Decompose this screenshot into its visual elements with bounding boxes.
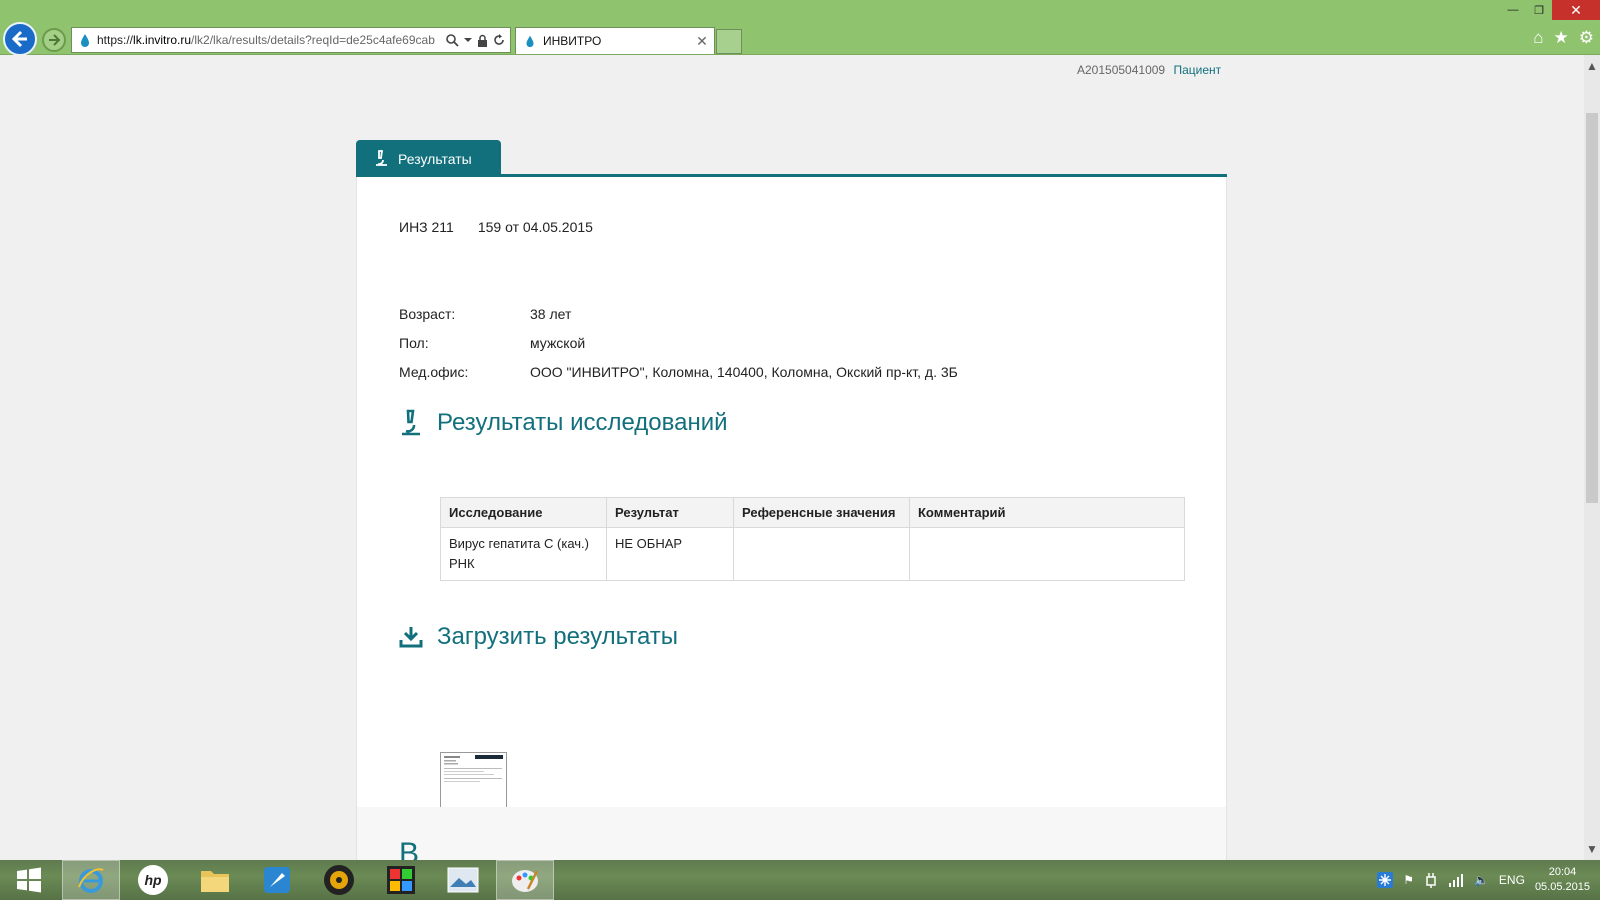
test-name-cell: Вирус гепатита С (кач.) РНК [440, 527, 607, 581]
vertical-scrollbar[interactable]: ▲ ▼ [1584, 55, 1600, 860]
sex-value: мужской [530, 335, 586, 351]
tab-results[interactable]: Результаты [356, 140, 501, 177]
minimize-icon[interactable]: — [1500, 0, 1526, 20]
sex-label: Пол: [399, 335, 429, 351]
download-section-heading: Загрузить результаты [399, 623, 678, 651]
settings-gear-icon[interactable]: ⚙ [1579, 28, 1594, 48]
results-table: Исследование Результат Референсные значе… [440, 497, 1185, 581]
age-value: 38 лет [530, 306, 572, 322]
next-section-heading: В [399, 837, 420, 860]
scroll-thumb[interactable] [1586, 113, 1598, 503]
scroll-down-icon[interactable]: ▼ [1584, 838, 1600, 860]
download-icon [399, 627, 423, 648]
folder-icon [201, 871, 229, 892]
volume-icon[interactable]: 🔈 [1474, 873, 1489, 887]
result-cell: НЕ ОБНАР [606, 527, 734, 581]
rocket-icon [264, 867, 290, 893]
power-plug-icon[interactable] [1424, 872, 1438, 888]
search-icon[interactable] [446, 33, 459, 47]
results-card: ИНЗ 211 159 от 04.05.2015 Возраст: 38 лет… [356, 177, 1227, 845]
picture-icon [447, 867, 479, 893]
forward-button[interactable] [42, 28, 66, 52]
table-header-row: Исследование Результат Референсные значе… [440, 497, 1185, 528]
lock-icon[interactable] [477, 34, 488, 47]
taskbar-app-audio[interactable] [310, 860, 368, 900]
taskbar: hp ⚑ 🔈 ENG 20:04 05.05.2015 [0, 860, 1600, 900]
tab-results-label: Результаты [398, 150, 472, 167]
signal-icon[interactable] [1448, 873, 1464, 887]
clock-date: 05.05.2015 [1534, 881, 1590, 893]
address-bar[interactable]: https://lk.invitro.ru/lk2/lka/results/de… [71, 27, 511, 53]
column-header: Комментарий [909, 497, 1185, 528]
hp-logo-icon: hp [138, 865, 168, 895]
download-section-title: Загрузить результаты [437, 623, 679, 650]
start-button[interactable] [0, 860, 58, 900]
new-tab-button[interactable] [716, 29, 742, 54]
restore-icon[interactable]: ❐ [1526, 0, 1552, 20]
close-tab-icon[interactable]: ✕ [694, 33, 710, 50]
column-header: Референсные значения [733, 497, 910, 528]
order-date: 159 от 04.05.2015 [477, 219, 593, 235]
refresh-icon[interactable] [493, 34, 505, 46]
patient-info: Возраст: 38 лет Пол: мужской Мед.офис: О… [399, 306, 958, 393]
home-icon[interactable]: ⌂ [1533, 28, 1543, 48]
microscope-icon [402, 409, 420, 436]
taskbar-ie[interactable] [62, 860, 120, 900]
reference-cell [733, 527, 910, 581]
snowflake-app-icon[interactable] [1377, 872, 1394, 888]
url-text: https://lk.invitro.ru/lk2/lka/results/de… [97, 33, 435, 47]
internet-explorer-icon [78, 868, 104, 893]
language-indicator[interactable]: ENG [1499, 873, 1525, 887]
taskbar-app-rocket[interactable] [248, 860, 306, 900]
order-number: ИНЗ 211 159 от 04.05.2015 [399, 219, 593, 235]
order-code: ИНЗ 211 [399, 219, 454, 235]
scroll-up-icon[interactable]: ▲ [1584, 55, 1600, 77]
column-header: Результат [606, 497, 734, 528]
site-drop-icon [526, 35, 534, 48]
speaker-disc-icon [324, 865, 354, 895]
account-id: A201505041009 [1077, 63, 1166, 77]
close-window-icon[interactable]: ✕ [1552, 0, 1600, 20]
taskbar-explorer[interactable] [186, 860, 244, 900]
microscope-icon [376, 150, 387, 166]
age-label: Возраст: [399, 306, 456, 322]
next-section-card: В [356, 807, 1227, 860]
clock[interactable]: 20:04 05.05.2015 [1535, 865, 1590, 895]
arrow-left-icon [11, 30, 27, 48]
patient-link[interactable]: Пациент [1173, 63, 1221, 77]
comment-cell [909, 527, 1185, 581]
back-button[interactable] [3, 22, 37, 56]
table-row: Вирус гепатита С (кач.) РНК НЕ ОБНАР [440, 527, 1185, 581]
browser-tab[interactable]: ИНВИТРО ✕ [515, 27, 715, 54]
taskbar-app-puzzle[interactable] [372, 860, 430, 900]
clock-time: 20:04 [1548, 866, 1577, 878]
flag-icon[interactable]: ⚑ [1403, 873, 1414, 887]
tab-title: ИНВИТРО [543, 34, 602, 48]
results-section-title: Результаты исследований [437, 409, 728, 436]
column-header: Исследование [440, 497, 607, 528]
palette-icon [512, 870, 539, 892]
results-section-heading: Результаты исследований [399, 409, 728, 437]
browser-tools: ⌂ ★ ⚙ [1533, 28, 1594, 48]
taskbar-app-photos[interactable] [434, 860, 492, 900]
taskbar-app-paint[interactable] [496, 860, 554, 900]
page-viewport: A201505041009 Пациент Результаты ИНЗ 211… [0, 55, 1584, 860]
arrow-right-icon [49, 34, 61, 46]
office-value: ООО "ИНВИТРО", Коломна, 140400, Коломна,… [530, 364, 958, 380]
puzzle-icon [387, 866, 415, 894]
taskbar-hp[interactable]: hp [124, 860, 182, 900]
office-label: Мед.офис: [399, 364, 469, 380]
tab-bar: Результаты [356, 140, 1227, 177]
system-tray: ⚑ 🔈 ENG 20:04 05.05.2015 [1377, 860, 1590, 900]
dropdown-arrow-icon[interactable] [464, 36, 472, 44]
browser-toolbar: https://lk.invitro.ru/lk2/lka/results/de… [0, 0, 1600, 56]
window-controls: — ❐ ✕ [1500, 0, 1600, 20]
site-drop-icon [81, 34, 89, 47]
favorites-star-icon[interactable]: ★ [1554, 28, 1569, 48]
windows-logo-icon [17, 867, 41, 893]
svg-text:hp: hp [144, 872, 162, 888]
user-bar: A201505041009 Пациент [1077, 63, 1221, 77]
